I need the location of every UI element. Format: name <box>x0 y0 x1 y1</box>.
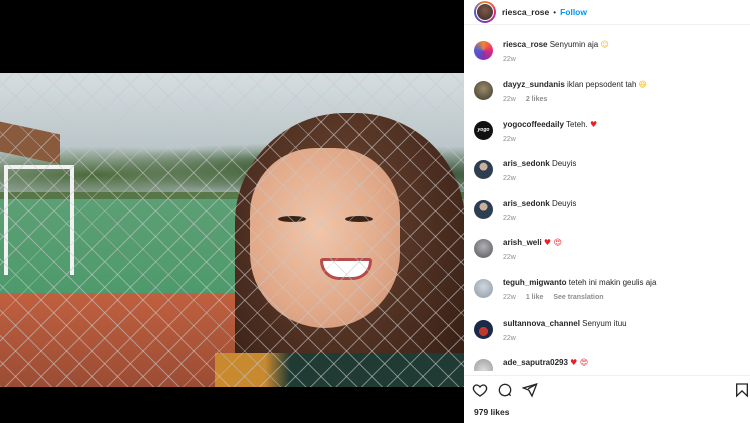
caption-username[interactable]: riesca_rose <box>503 40 547 49</box>
header-separator: • <box>553 7 557 17</box>
comment-username[interactable]: teguh_migwanto <box>503 278 567 287</box>
comment-username[interactable]: aris_sedonk <box>503 199 550 208</box>
comment-item: ade_saputra0293 ♥ 😍 <box>474 357 744 371</box>
comment-likes[interactable]: 2 likes <box>526 96 547 103</box>
comment-item: aris_sedonk Deuyis 22w <box>474 198 744 234</box>
comment-username[interactable]: ade_saputra0293 <box>503 358 568 367</box>
action-bar: 979 likes <box>464 375 750 423</box>
comment-text: Deuyis <box>551 159 577 168</box>
heart-eyes-emoji: ♥ 😍 <box>570 358 589 367</box>
comment-username[interactable]: yogocoffeedaily <box>503 120 564 129</box>
comment-time[interactable]: 22w <box>503 136 516 143</box>
post-photo[interactable] <box>0 73 464 387</box>
comment-item: arish_weli ♥ 😍 22w <box>474 237 744 273</box>
commenter-avatar[interactable] <box>474 320 493 339</box>
commenter-avatar[interactable] <box>474 279 493 298</box>
comment-text: Deuyis <box>551 199 577 208</box>
comment-time[interactable]: 22w <box>503 294 516 301</box>
comment-icon[interactable] <box>497 382 513 398</box>
comment-username[interactable]: aris_sedonk <box>503 159 550 168</box>
author-username[interactable]: riesca_rose <box>502 7 549 17</box>
comment-time[interactable]: 22w <box>503 215 516 222</box>
comment-time[interactable]: 22w <box>503 254 516 261</box>
comment-text: Senyum ituu <box>582 319 627 328</box>
caption-time[interactable]: 22w <box>503 56 516 63</box>
commenter-avatar[interactable] <box>474 160 493 179</box>
comments-list[interactable]: riesca_rose Senyumin aja ☺ 22w dayyz_sun… <box>464 36 750 371</box>
comment-likes[interactable]: 1 like <box>526 294 544 301</box>
author-avatar-image <box>476 3 494 21</box>
post-media-area <box>0 0 464 423</box>
likes-count[interactable]: 979 likes <box>474 407 509 417</box>
comment-time[interactable]: 22w <box>503 175 516 182</box>
author-avatar[interactable] <box>474 1 496 23</box>
comment-item: yogo yogocoffeedaily Teteh. ♥ 22w <box>474 119 744 155</box>
share-icon[interactable] <box>522 382 538 398</box>
comment-username[interactable]: sultannova_channel <box>503 319 580 328</box>
photo-fence <box>0 73 464 387</box>
post-side-panel: riesca_rose • Follow riesca_rose Senyumi… <box>464 0 750 423</box>
commenter-avatar[interactable] <box>474 239 493 258</box>
see-translation-link[interactable]: See translation <box>553 294 603 301</box>
heart-icon[interactable] <box>472 382 488 398</box>
comment-item: sultannova_channel Senyum ituu 22w <box>474 318 744 354</box>
comment-text: teteh ini makin geulis aja <box>568 278 657 287</box>
commenter-avatar[interactable] <box>474 359 493 371</box>
caption-text: Senyumin aja <box>549 40 599 49</box>
follow-button[interactable]: Follow <box>560 7 587 17</box>
smile-emoji: ☺ <box>600 40 609 49</box>
laugh-emoji: 😆 <box>638 80 648 89</box>
commenter-avatar[interactable] <box>474 200 493 219</box>
comment-time[interactable]: 22w <box>503 335 516 342</box>
post-header: riesca_rose • Follow <box>464 0 750 25</box>
comment-item: aris_sedonk Deuyis 22w <box>474 158 744 194</box>
comment-item: dayyz_sundanis iklan pepsodent tah 😆 22w… <box>474 79 744 115</box>
comment-time[interactable]: 22w <box>503 96 516 103</box>
comment-username[interactable]: arish_weli <box>503 238 542 247</box>
comment-text: iklan pepsodent tah <box>567 80 637 89</box>
comment-item: teguh_migwanto teteh ini makin geulis aj… <box>474 277 744 313</box>
comment-username[interactable]: dayyz_sundanis <box>503 80 565 89</box>
comment-text: Teteh. <box>565 120 588 129</box>
commenter-avatar[interactable] <box>474 81 493 100</box>
commenter-avatar[interactable]: yogo <box>474 121 493 140</box>
heart-eyes-emoji: ♥ 😍 <box>543 238 562 247</box>
heart-emoji: ♥ <box>590 120 598 129</box>
caption-avatar[interactable] <box>474 41 493 60</box>
caption-item: riesca_rose Senyumin aja ☺ 22w <box>474 39 744 75</box>
bookmark-icon[interactable] <box>734 382 750 398</box>
